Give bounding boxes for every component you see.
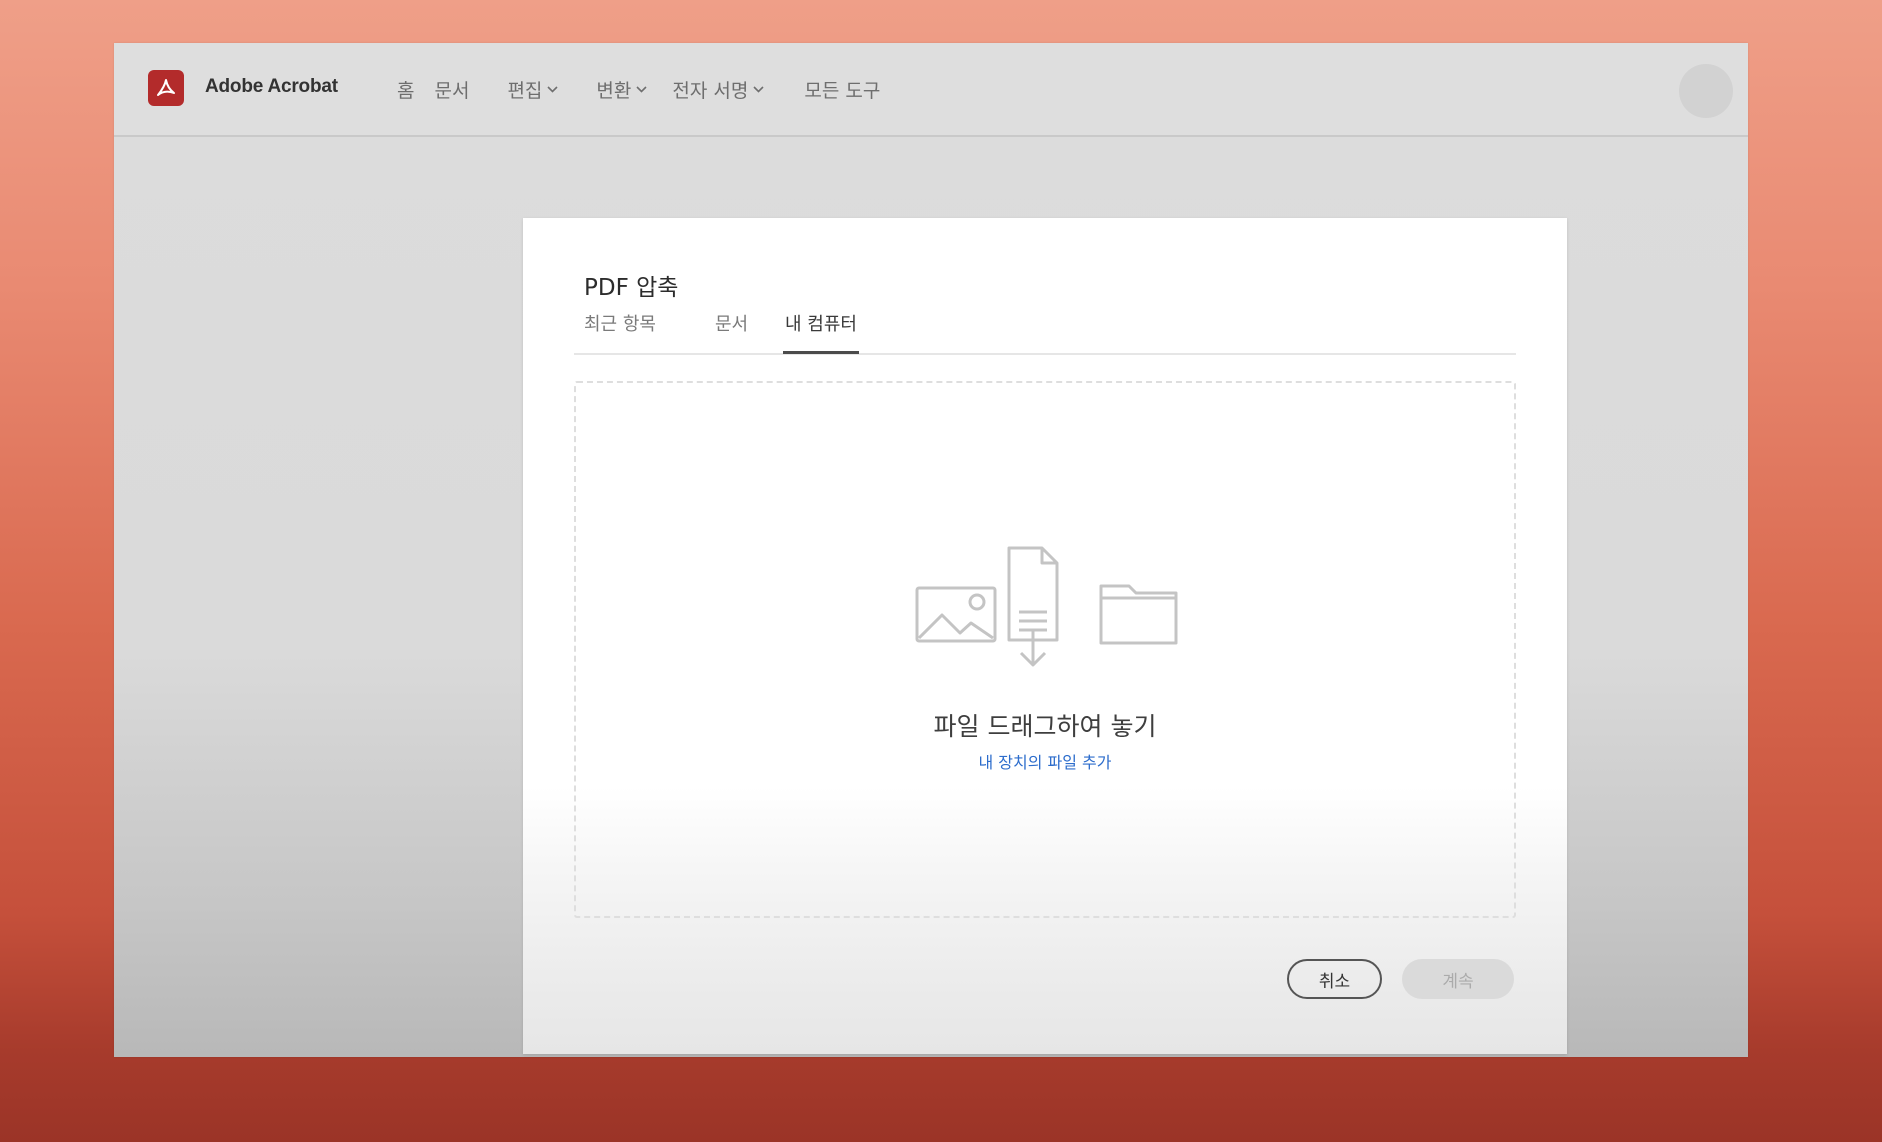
continue-button[interactable]: 계속 — [1402, 959, 1514, 999]
dropzone-illustration — [915, 546, 1178, 667]
nav-item-label: 문서 — [434, 79, 470, 102]
app-name: Adobe Acrobat — [205, 76, 338, 97]
main-nav: 홈 문서 편집 변환 전자 서명 모든 도구 — [397, 43, 900, 135]
dropzone-heading: 파일 드래그하여 놓기 — [933, 712, 1157, 741]
folder-icon — [1099, 584, 1178, 645]
nav-item-home[interactable]: 홈 — [397, 76, 414, 103]
dialog-title: PDF 압축 — [584, 275, 679, 301]
file-dropzone[interactable]: 파일 드래그하여 놓기 내 장치의 파일 추가 — [574, 381, 1516, 918]
acrobat-logo-icon[interactable] — [148, 70, 184, 106]
nav-item-label: 모든 도구 — [804, 79, 881, 102]
chevron-down-icon — [547, 85, 558, 93]
add-file-link[interactable]: 내 장치의 파일 추가 — [576, 749, 1514, 773]
image-icon — [915, 586, 997, 643]
nav-item-convert[interactable]: 변환 — [596, 76, 647, 103]
nav-item-label: 홈 — [397, 79, 415, 102]
compress-pdf-dialog: PDF 압축 최근 항목 문서 내 컴퓨터 파일 드래그하여 놓기 내 장치의 … — [523, 218, 1567, 1054]
cancel-button[interactable]: 취소 — [1287, 959, 1382, 999]
nav-item-documents[interactable]: 문서 — [434, 76, 469, 103]
top-navigation-bar: Adobe Acrobat 홈 문서 편집 변환 전자 서명 모든 도구 — [114, 43, 1748, 137]
chevron-down-icon — [753, 85, 764, 93]
chevron-down-icon — [636, 85, 647, 93]
avatar[interactable] — [1679, 64, 1733, 118]
source-tabs: 최근 항목 문서 내 컴퓨터 — [574, 310, 1516, 355]
nav-item-edit[interactable]: 편집 — [507, 76, 558, 103]
document-download-icon — [1007, 546, 1059, 667]
tab-documents[interactable]: 문서 — [715, 310, 748, 351]
nav-item-all-tools[interactable]: 모든 도구 — [804, 76, 880, 103]
nav-item-label: 전자 서명 — [672, 79, 749, 102]
nav-item-label: 편집 — [507, 79, 543, 102]
tab-recent[interactable]: 최근 항목 — [584, 310, 656, 351]
nav-item-e-sign[interactable]: 전자 서명 — [672, 76, 764, 103]
tab-my-computer[interactable]: 내 컴퓨터 — [783, 310, 859, 354]
app-window: Adobe Acrobat 홈 문서 편집 변환 전자 서명 모든 도구 PDF… — [114, 43, 1748, 1057]
nav-item-label: 변환 — [596, 79, 632, 102]
